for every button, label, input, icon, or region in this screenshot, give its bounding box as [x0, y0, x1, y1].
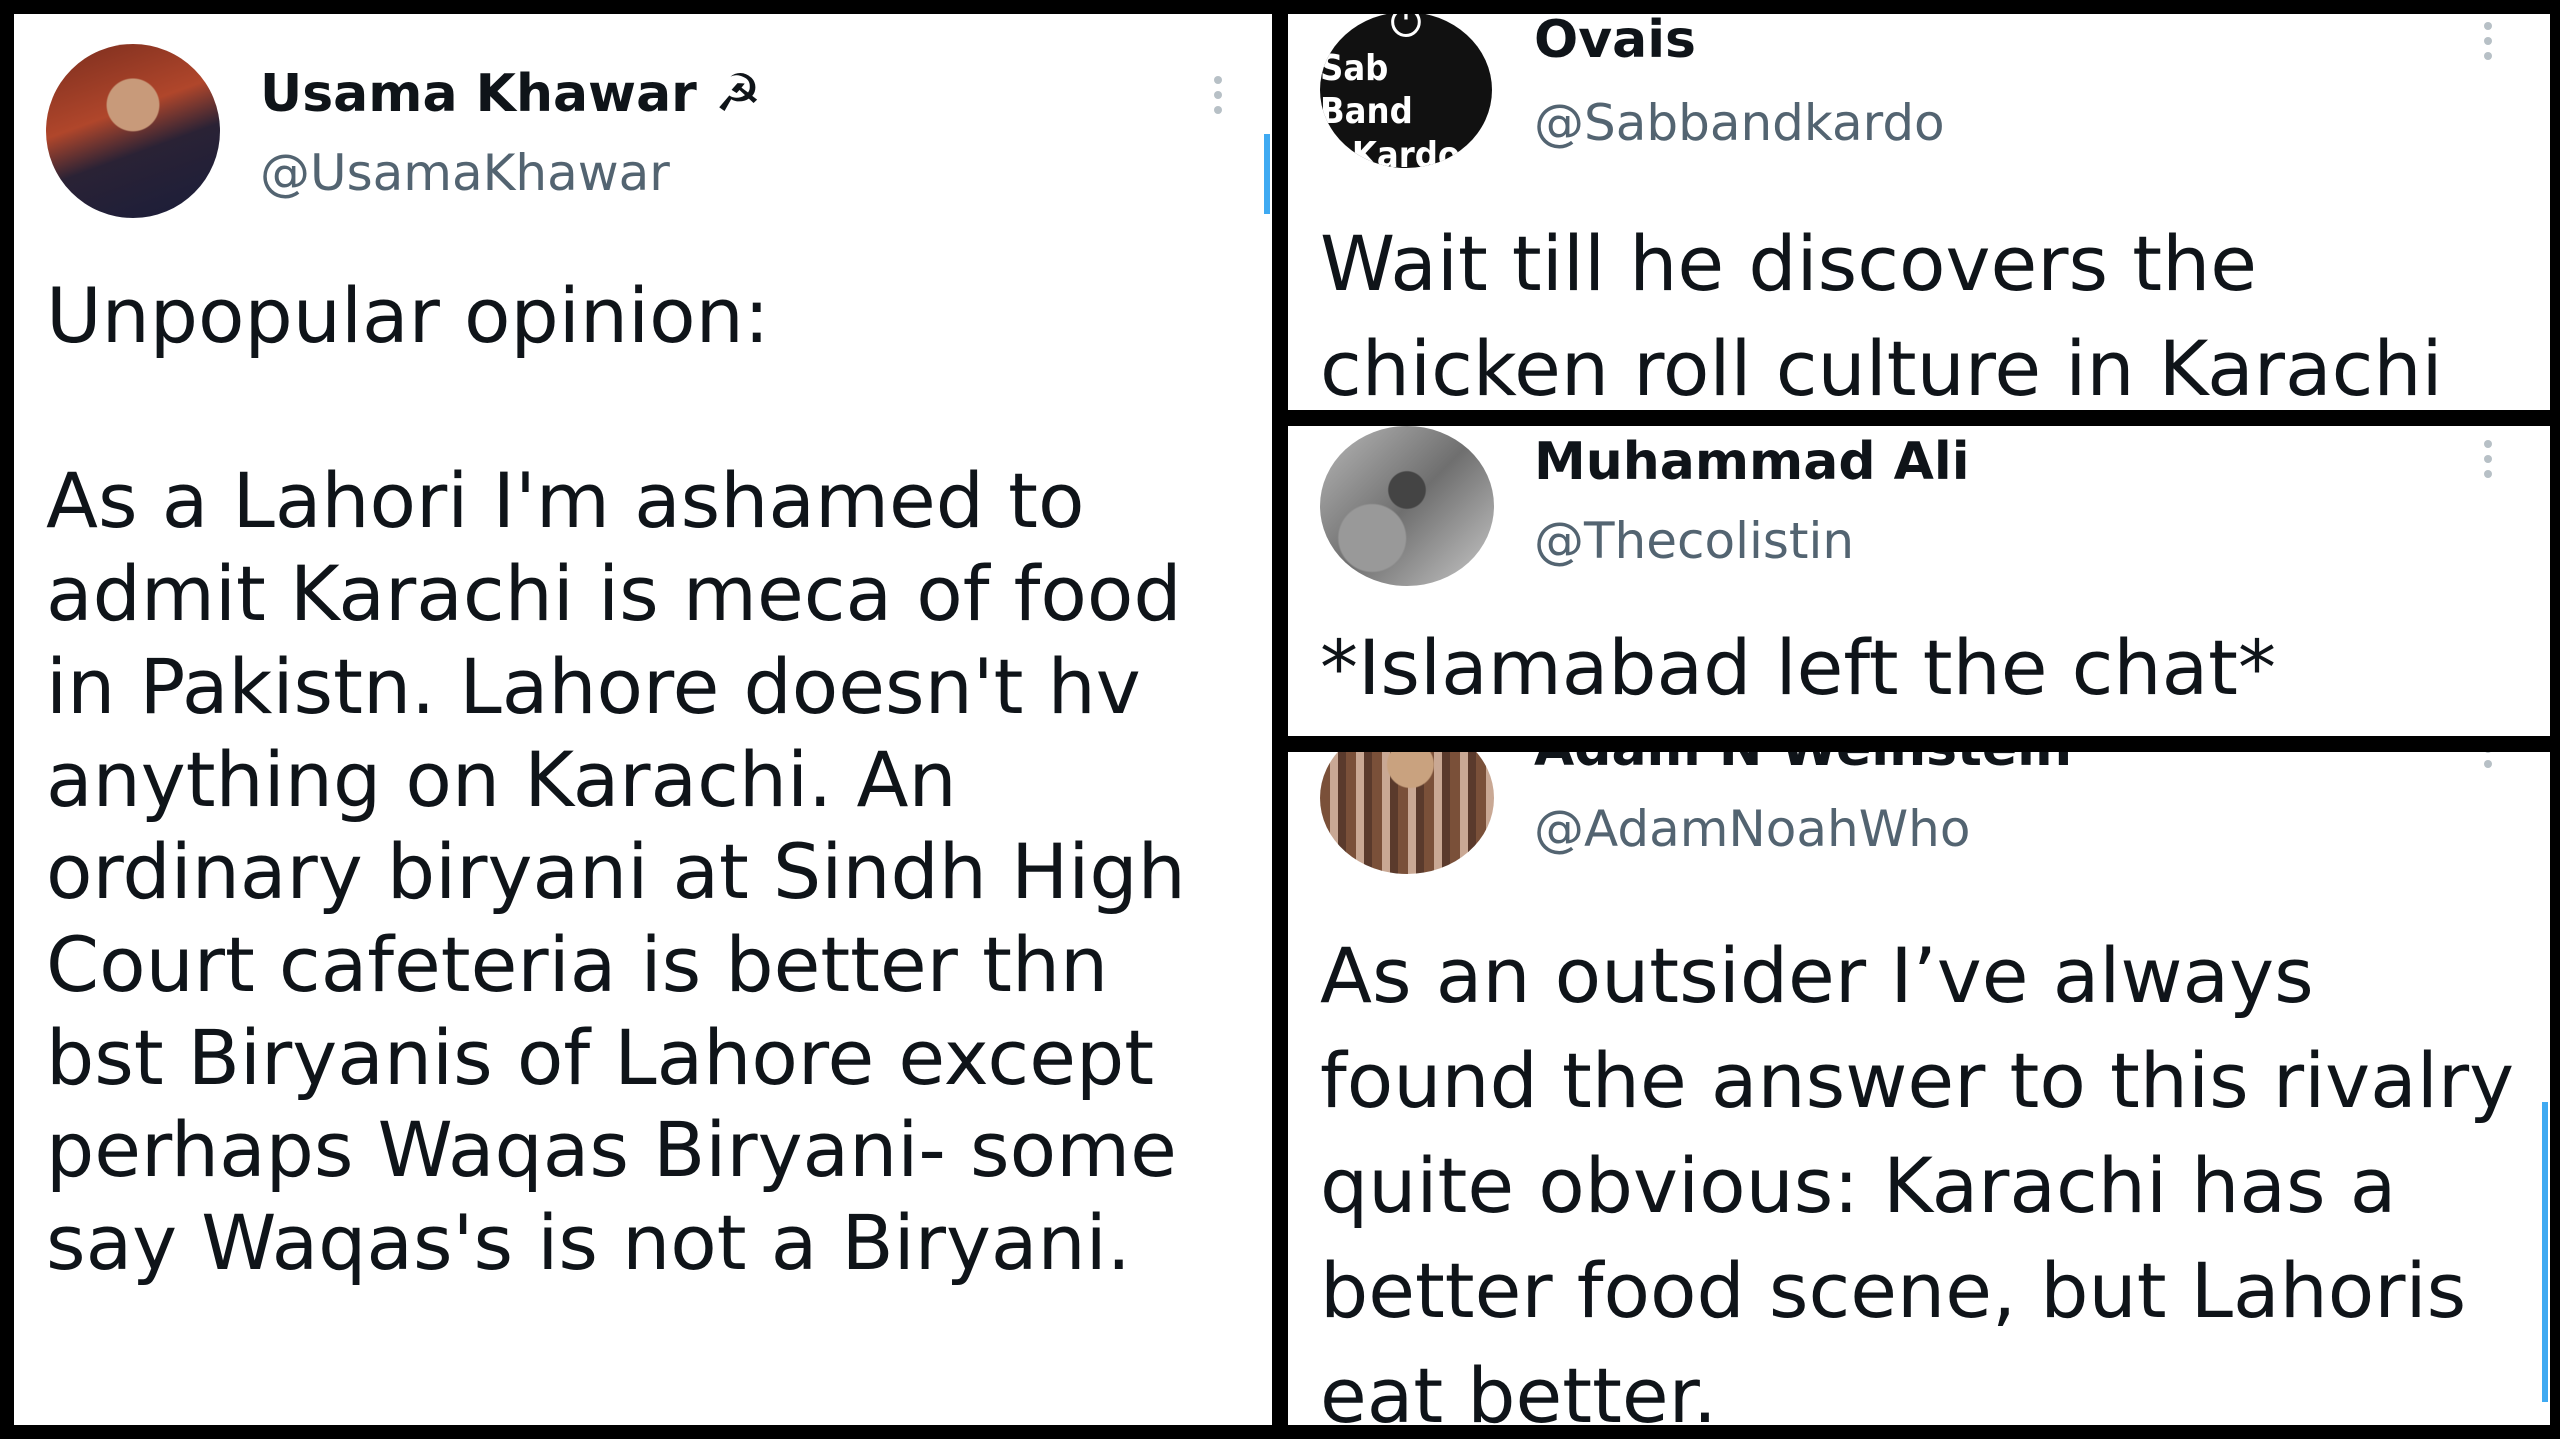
avatar[interactable]: ⏻ Sab Band Kardo [1320, 14, 1492, 168]
tweet-muhammad-ali[interactable]: Muhammad Ali @Thecolistin *Islamabad lef… [1288, 426, 2550, 736]
author-name[interactable]: Muhammad Ali [1534, 432, 1970, 492]
tweet-text: Unpopular opinion: As a Lahori I'm asham… [46, 271, 1186, 1288]
author-name[interactable]: Usama Khawar ☭ [260, 64, 762, 124]
collage-canvas: Usama Khawar ☭ @UsamaKhawar Unpopular op… [0, 0, 2560, 1439]
author-handle[interactable]: @Thecolistin [1534, 512, 1854, 570]
tweet-usama-khawar[interactable]: Usama Khawar ☭ @UsamaKhawar Unpopular op… [14, 14, 1272, 1425]
more-vertical-icon[interactable] [1214, 76, 1226, 114]
author-handle[interactable]: @AdamNoahWho [1534, 800, 1970, 858]
scroll-indicator [1264, 134, 1270, 214]
tweet-ovais[interactable]: ⏻ Sab Band Kardo Ovais @Sabbandkardo Wai… [1288, 14, 2550, 410]
avatar[interactable] [1320, 426, 1494, 586]
tweet-adam-weinstein[interactable]: Adam N Weinstein @AdamNoahWho As an outs… [1288, 752, 2550, 1425]
scroll-indicator [2542, 1102, 2548, 1402]
tweet-text: Wait till he discovers the chicken roll … [1320, 219, 2443, 410]
more-vertical-icon[interactable] [2484, 440, 2496, 478]
author-name[interactable]: Ovais [1534, 14, 1696, 70]
more-vertical-icon[interactable] [2484, 752, 2496, 768]
avatar[interactable] [46, 44, 220, 218]
author-handle[interactable]: @Sabbandkardo [1534, 94, 1945, 152]
tweet-text: *Islamabad left the chat* [1320, 623, 2276, 712]
avatar-text-line1: Sab Band [1320, 48, 1413, 133]
more-vertical-icon[interactable] [2484, 22, 2496, 60]
avatar-text-line2: Kardo [1351, 134, 1461, 168]
tweet-text: As an outsider I’ve always found the ans… [1320, 931, 2515, 1425]
author-handle[interactable]: @UsamaKhawar [260, 144, 670, 202]
avatar[interactable] [1320, 752, 1494, 874]
author-name[interactable]: Adam N Weinstein [1534, 752, 2072, 778]
power-icon: ⏻ [1390, 14, 1422, 47]
